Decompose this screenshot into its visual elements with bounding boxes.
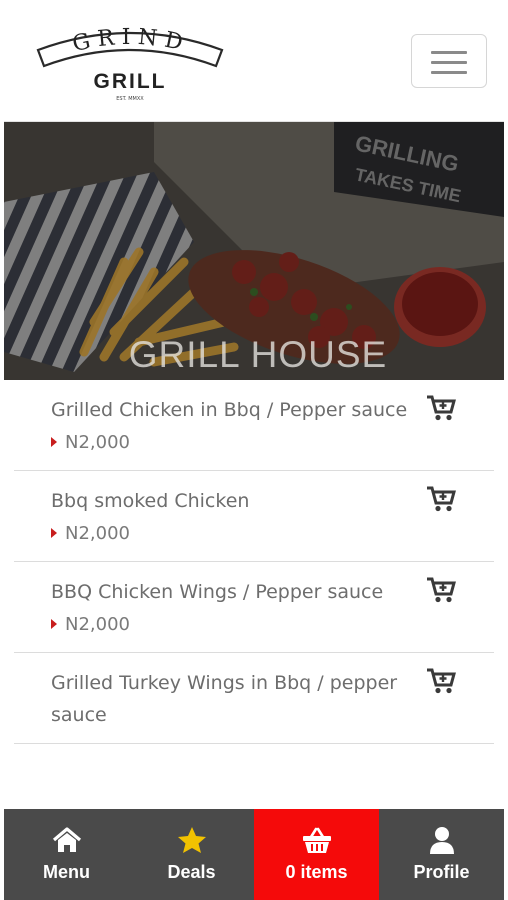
add-to-cart-icon[interactable] xyxy=(426,485,456,513)
nav-item-deals[interactable]: Deals xyxy=(129,809,254,900)
list-item[interactable]: Grilled Chicken in Bbq / Pepper sauce N2… xyxy=(14,380,494,471)
list-item[interactable]: Bbq smoked Chicken N2,000 xyxy=(14,471,494,562)
nav-label-menu: Menu xyxy=(43,862,90,882)
caret-right-icon xyxy=(51,437,57,447)
app-header: GRIND GRILL EST. MMXX xyxy=(4,0,504,122)
logo-top-text: GRIND xyxy=(70,25,184,57)
star-icon xyxy=(177,827,206,853)
item-name: BBQ Chicken Wings / Pepper sauce xyxy=(51,581,384,603)
list-item[interactable]: BBQ Chicken Wings / Pepper sauce N2,000 xyxy=(14,562,494,653)
hero-title: GRILL HOUSE xyxy=(128,334,388,375)
item-price: N2,000 xyxy=(65,431,130,453)
menu-toggle-button[interactable] xyxy=(411,34,487,88)
nav-label-profile: Profile xyxy=(413,862,470,882)
home-icon xyxy=(52,827,81,852)
hero-banner: GRILLING TAKES TIME GRILL HOUSE xyxy=(4,122,504,380)
nav-label-deals: Deals xyxy=(167,862,216,882)
grind-grill-logo[interactable]: GRIND GRILL EST. MMXX xyxy=(32,22,228,104)
item-price: N2,000 xyxy=(65,522,130,544)
cart-count-label: 0 items xyxy=(285,862,348,882)
bottom-nav: Menu Deals 0 items Profile xyxy=(4,809,504,900)
svg-text:GRIND: GRIND xyxy=(70,25,191,57)
nav-item-cart[interactable]: 0 items xyxy=(254,809,379,900)
item-price: N2,000 xyxy=(65,613,130,635)
list-item[interactable]: Grilled Turkey Wings in Bbq / pepper sau… xyxy=(14,653,494,744)
menu-list: Grilled Chicken in Bbq / Pepper sauce N2… xyxy=(4,380,504,744)
basket-icon xyxy=(302,827,331,853)
item-name: Grilled Chicken in Bbq / Pepper sauce xyxy=(51,399,408,421)
logo-small-text: EST. MMXX xyxy=(116,96,144,102)
add-to-cart-icon[interactable] xyxy=(426,576,456,604)
add-to-cart-icon[interactable] xyxy=(426,667,456,695)
logo-bottom-text: GRILL xyxy=(94,70,167,93)
add-to-cart-icon[interactable] xyxy=(426,394,456,422)
user-icon xyxy=(429,827,454,854)
item-name: Bbq smoked Chicken xyxy=(51,490,250,512)
caret-right-icon xyxy=(51,619,57,629)
caret-right-icon xyxy=(51,528,57,538)
nav-item-menu[interactable]: Menu xyxy=(4,809,129,900)
item-name: Grilled Turkey Wings in Bbq / pepper sau… xyxy=(51,672,398,726)
hamburger-icon xyxy=(431,51,467,54)
nav-item-profile[interactable]: Profile xyxy=(379,809,504,900)
